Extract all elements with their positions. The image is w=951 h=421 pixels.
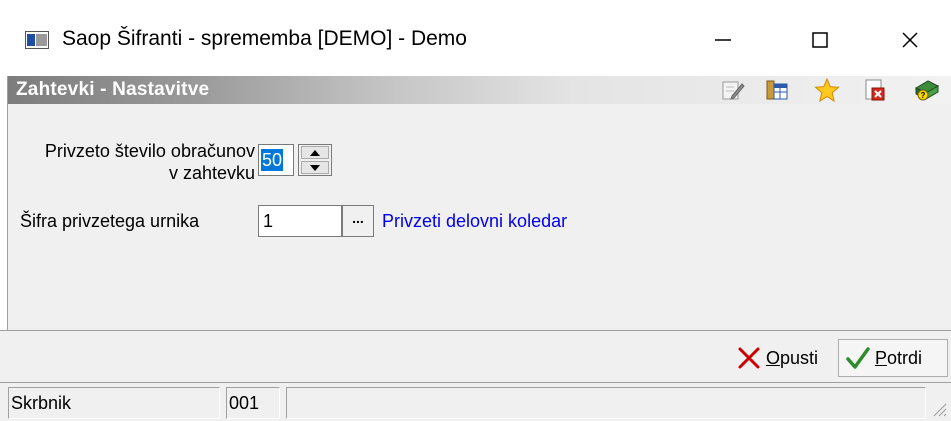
form-area: Privzeto število obračunov v zahtevku 50… — [8, 104, 951, 330]
arrow-down-icon — [310, 164, 320, 171]
close-icon — [902, 32, 918, 48]
count-input[interactable]: 50 — [258, 144, 294, 176]
confirm-label: Potrdi — [875, 347, 923, 368]
status-bar: Skrbnik 001 — [0, 382, 951, 421]
cancel-x-icon — [738, 347, 760, 369]
grid-icon[interactable] — [764, 78, 790, 102]
help-book-icon[interactable]: ? — [914, 78, 940, 102]
checkmark-icon — [846, 347, 870, 369]
left-divider — [7, 76, 8, 330]
default-calendar-link[interactable]: Privzeti delovni koledar — [382, 211, 567, 232]
maximize-icon — [812, 32, 828, 48]
window-title-bar: Saop Šifranti - sprememba [DEMO] - Demo — [0, 0, 951, 76]
count-label: Privzeto število obračunov v zahtevku — [44, 141, 255, 183]
maximize-button[interactable] — [790, 20, 850, 60]
count-stepper[interactable] — [298, 144, 332, 176]
count-value: 50 — [261, 149, 284, 171]
cancel-label: Opusti — [766, 347, 819, 368]
minimize-button[interactable] — [693, 20, 753, 60]
resize-grip-icon[interactable] — [931, 401, 947, 417]
status-message — [286, 387, 926, 419]
window-title: Saop Šifranti - sprememba [DEMO] - Demo — [62, 27, 467, 50]
stepper-down-button[interactable] — [301, 161, 329, 174]
close-button[interactable] — [880, 20, 940, 60]
browse-button[interactable]: ... — [342, 205, 374, 237]
edit-icon[interactable] — [720, 78, 746, 102]
stepper-up-button[interactable] — [301, 146, 329, 159]
section-header: Zahtevki - Nastavitve ? — [8, 76, 951, 104]
svg-text:?: ? — [921, 91, 926, 100]
ellipsis-icon: ... — [352, 210, 364, 226]
section-title: Zahtevki - Nastavitve — [16, 79, 210, 100]
favorite-star-icon[interactable] — [814, 78, 840, 102]
minimize-icon — [715, 39, 731, 41]
app-icon — [25, 31, 49, 49]
close-document-icon[interactable] — [862, 78, 888, 102]
arrow-up-icon — [310, 149, 320, 156]
schedule-code-input[interactable]: 1 — [258, 205, 342, 237]
status-user: Skrbnik — [8, 387, 220, 419]
cancel-button[interactable]: Opusti — [730, 339, 830, 377]
status-code: 001 — [226, 387, 280, 419]
dialog-footer: Opusti Potrdi — [0, 330, 951, 382]
schedule-code-label: Šifra privzetega urnika — [20, 211, 200, 231]
confirm-button[interactable]: Potrdi — [838, 339, 948, 377]
